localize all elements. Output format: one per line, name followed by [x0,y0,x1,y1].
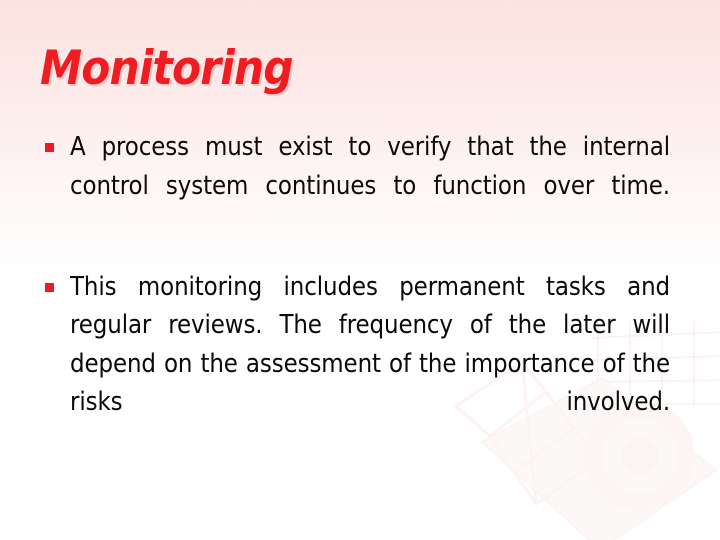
slide-body-bullet-list: A process must exist to verify that the … [42,128,670,460]
red-square-bullet-icon [45,282,54,292]
slide-title: Monitoring [40,41,294,96]
bullet-list-item: This monitoring includes permanent tasks… [42,268,670,461]
bullet-list-item: A process must exist to verify that the … [42,128,670,244]
presentation-slide: Monitoring A process must exist to verif… [0,0,720,540]
bullet-item-text: This monitoring includes permanent tasks… [70,271,670,418]
bullet-item-text: A process must exist to verify that the … [70,132,670,201]
red-square-bullet-icon [45,143,54,152]
